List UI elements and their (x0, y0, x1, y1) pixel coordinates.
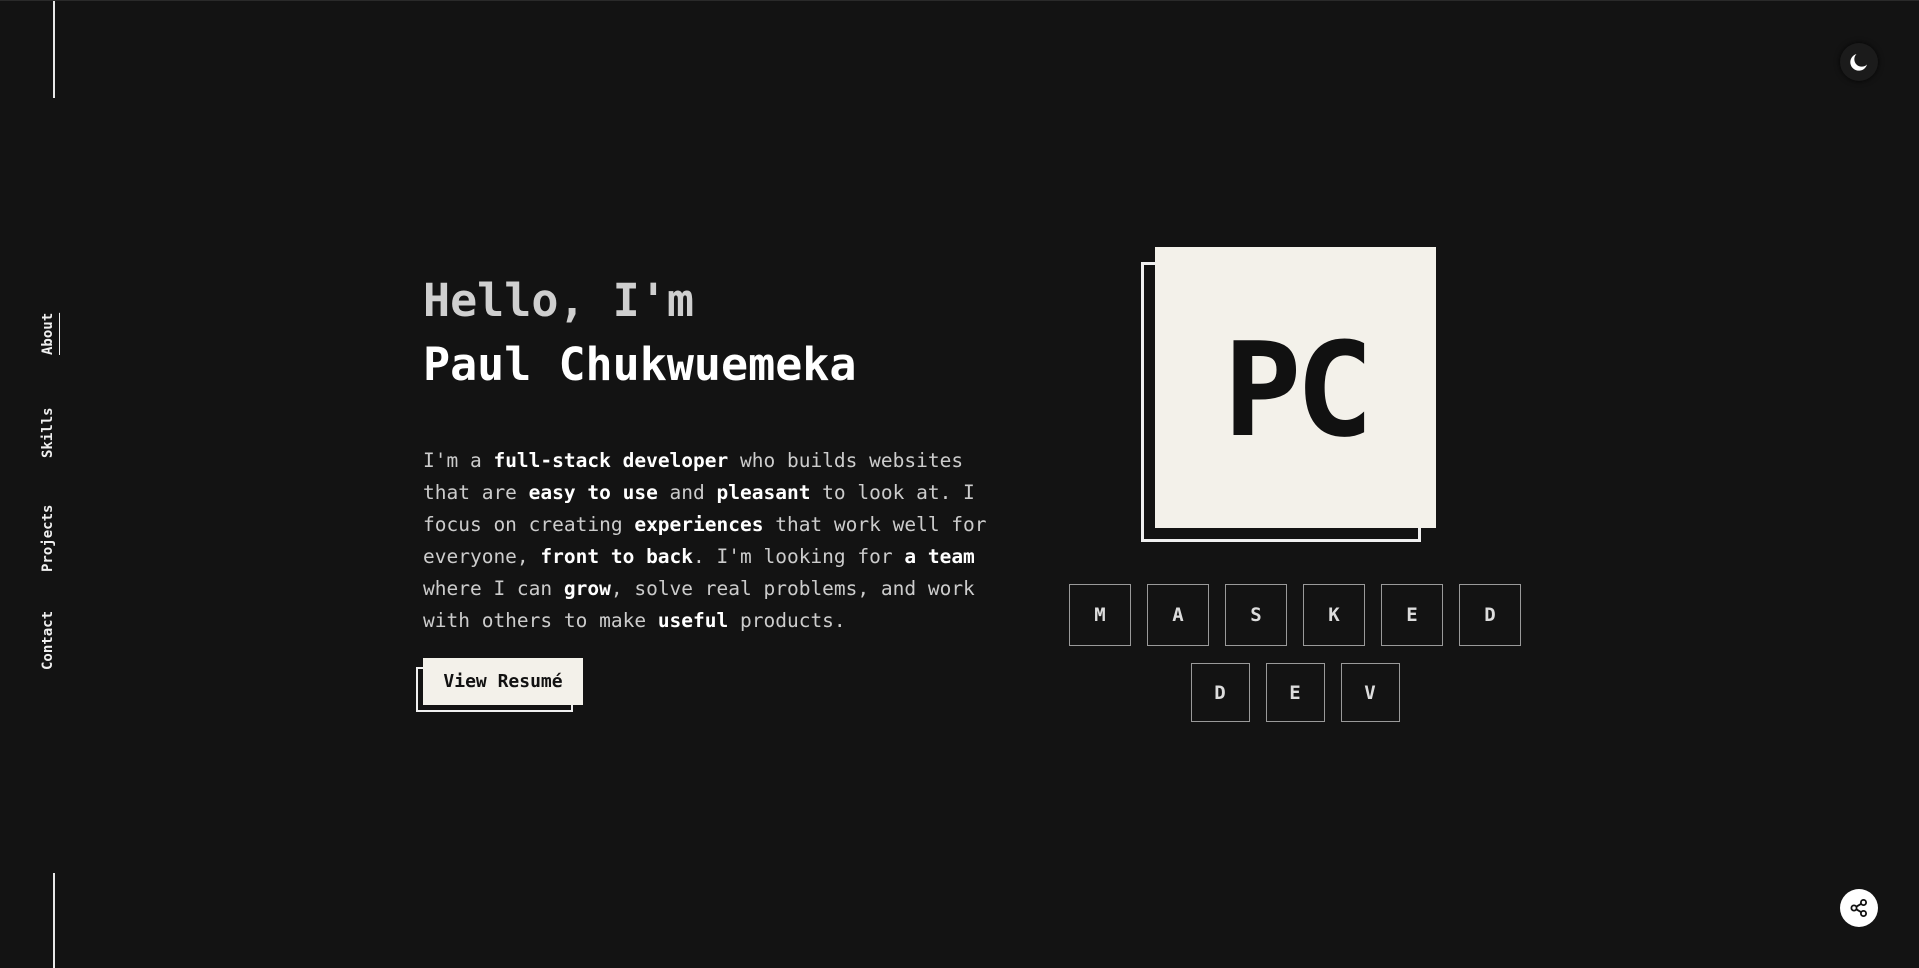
bio-text: I'm a (423, 449, 494, 472)
name-heading: Paul Chukwuemeka (423, 338, 857, 391)
bio-emphasis: pleasant (716, 481, 811, 504)
letter-tile: E (1265, 663, 1325, 722)
bio-emphasis: useful (657, 609, 729, 632)
side-line-top (53, 1, 55, 98)
view-resume-button[interactable]: View Resumé (423, 658, 583, 705)
letter-tile: V (1340, 663, 1400, 722)
nav-item-about[interactable]: About (40, 309, 66, 359)
bio-emphasis: easy to use (528, 481, 658, 504)
letter-tile: S (1225, 584, 1287, 646)
logo-initials: PC (1223, 313, 1374, 466)
side-line-bottom (53, 873, 55, 968)
side-nav: About Skills Projects Contact (40, 301, 66, 681)
greeting-text: Hello, I'm (423, 274, 694, 327)
bio-text: and (657, 481, 717, 504)
logo: PC (1141, 247, 1441, 547)
bio-emphasis: grow (563, 577, 611, 600)
page: About Skills Projects Contact Hello, I'm… (0, 0, 1919, 968)
share-button[interactable] (1840, 889, 1878, 927)
letter-tile: A (1147, 584, 1209, 646)
bio-emphasis: experiences (634, 513, 764, 536)
letter-tile: K (1303, 584, 1365, 646)
theme-toggle-button[interactable] (1840, 43, 1878, 81)
logo-box: PC (1155, 247, 1436, 528)
share-icon (1850, 899, 1867, 917)
bio-emphasis: a team (904, 545, 975, 568)
tile-row-2: DEV (1062, 663, 1528, 722)
bio-emphasis: front to back (540, 545, 694, 568)
letter-tile: D (1190, 663, 1250, 722)
letter-tile: D (1459, 584, 1521, 646)
bio-text: products. (728, 609, 846, 632)
intro-section: Hello, I'm Paul Chukwuemeka I'm a full-s… (423, 269, 1013, 657)
letter-tile: E (1381, 584, 1443, 646)
letter-tiles: MASKED DEV (1062, 584, 1528, 739)
bio-text: where I can (423, 577, 564, 600)
bio-emphasis: full-stack developer (493, 449, 729, 472)
letter-tile: M (1069, 584, 1131, 646)
tile-row-1: MASKED (1062, 584, 1528, 646)
moon-icon (1850, 54, 1867, 71)
nav-item-skills[interactable]: Skills (40, 405, 66, 461)
nav-item-contact[interactable]: Contact (40, 607, 66, 673)
resume-button-wrap: View Resumé (416, 658, 583, 714)
bio-paragraph: I'm a full-stack developer who builds we… (423, 445, 1013, 637)
nav-item-projects[interactable]: Projects (40, 501, 66, 575)
bio-text: . I'm looking for (693, 545, 905, 568)
